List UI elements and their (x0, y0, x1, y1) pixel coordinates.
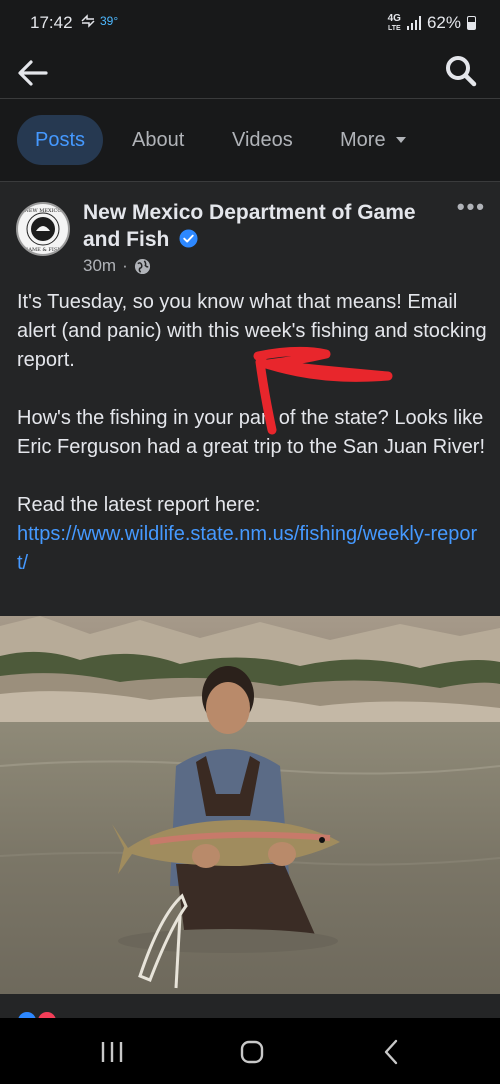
home-icon[interactable] (232, 1034, 272, 1070)
post-card: NEW MEXICO GAME & FISH New Mexico Depart… (0, 182, 500, 994)
status-time: 17:42 (30, 13, 73, 32)
network-type: 4G (387, 12, 401, 24)
network-subtype: LTE (387, 24, 401, 32)
status-right: 4G LTE 62% (388, 13, 476, 33)
system-navigation-bar (0, 1018, 500, 1084)
agency-seal-logo: NEW MEXICO GAME & FISH (19, 205, 67, 253)
recents-icon[interactable] (92, 1034, 132, 1070)
avatar[interactable]: NEW MEXICO GAME & FISH (16, 202, 70, 256)
post-paragraph-3: Read the latest report here: (17, 494, 261, 516)
battery-percent: 62% (426, 13, 461, 32)
annotation-arrow (253, 346, 393, 435)
network-indicator: 4G LTE (387, 12, 401, 33)
tab-more-label: More (340, 129, 386, 151)
page-tabs: Posts About Videos More (0, 99, 500, 182)
fishing-photo-illustration (0, 616, 500, 994)
report-link[interactable]: https://www.wildlife.state.nm.us/fishing… (17, 523, 477, 574)
post-photo[interactable] (0, 616, 500, 994)
meta-separator: · (122, 256, 128, 275)
status-temperature: 39° (100, 14, 119, 28)
post-timestamp[interactable]: 30m (83, 256, 116, 276)
back-chevron-icon[interactable] (372, 1034, 412, 1070)
post-meta: 30m · (83, 256, 151, 276)
caret-down-icon (395, 137, 406, 143)
tab-about[interactable]: About (116, 115, 200, 165)
status-bar: 17:42 39° 4G LTE 62% (0, 0, 500, 48)
more-options-button[interactable]: ••• (457, 194, 486, 220)
tab-more[interactable]: More (324, 115, 424, 165)
signal-icon (406, 16, 421, 30)
globe-icon (134, 258, 150, 274)
status-extras: 39° (80, 14, 118, 28)
svg-text:GAME & FISH: GAME & FISH (24, 247, 62, 253)
tab-posts[interactable]: Posts (17, 115, 103, 165)
verified-badge-icon (179, 229, 198, 248)
sync-icon (81, 14, 95, 28)
top-app-bar (0, 48, 500, 99)
page-name-text: New Mexico Department of Game and Fish (83, 201, 416, 251)
battery-icon (467, 16, 476, 30)
page-name[interactable]: New Mexico Department of Game and Fish (83, 199, 433, 253)
arrow-left-icon[interactable] (16, 56, 50, 90)
search-icon[interactable] (444, 54, 478, 88)
reaction-summary[interactable] (0, 994, 500, 1030)
svg-text:NEW MEXICO: NEW MEXICO (25, 208, 62, 214)
tab-videos[interactable]: Videos (216, 115, 309, 165)
